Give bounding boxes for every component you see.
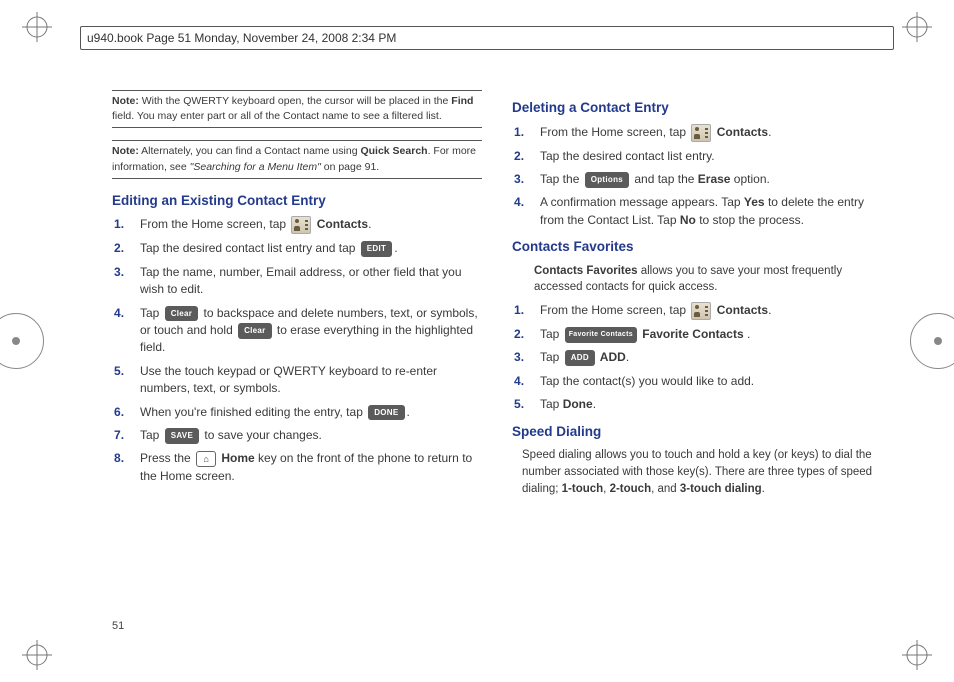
list-item: From the Home screen, tap Contacts. [134,216,482,234]
options-softkey-icon: Options [585,172,629,188]
save-softkey-icon: SAVE [165,428,199,444]
list-item: Tap Done. [534,396,882,413]
side-register-left [0,313,44,369]
left-column: Note: With the QWERTY keyboard open, the… [112,90,482,642]
clear-softkey-icon: Clear [238,323,272,339]
speed-dialing-body: Speed dialing allows you to touch and ho… [522,447,882,497]
steps-contacts-favorites: From the Home screen, tap Contacts. Tap … [512,302,882,414]
page-number: 51 [112,620,124,632]
list-item: A confirmation message appears. Tap Yes … [534,194,882,229]
note-label: Note: [112,95,139,107]
list-item: From the Home screen, tap Contacts. [534,302,882,320]
note-label: Note: [112,145,139,157]
note-find-field: Note: With the QWERTY keyboard open, the… [112,90,482,128]
list-item: Tap Favorite Contacts Favorite Contacts … [534,326,882,343]
list-item: From the Home screen, tap Contacts. [534,124,882,142]
edit-softkey-icon: EDIT [361,241,392,257]
list-item: Tap Clear to backspace and delete number… [134,305,482,357]
favorite-contacts-softkey-icon: Favorite Contacts [565,327,637,343]
add-softkey-icon: ADD [565,350,595,366]
home-key-icon: ⌂ [196,451,216,467]
crop-mark-tl [22,12,52,42]
list-item: Tap the name, number, Email address, or … [134,264,482,299]
side-register-right [910,313,954,369]
steps-editing-contact: From the Home screen, tap Contacts. Tap … [112,216,482,485]
list-item: Tap the desired contact list entry. [534,148,882,165]
note-quick-search: Note: Alternately, you can find a Contac… [112,140,482,178]
crop-mark-br [902,640,932,670]
list-item: Tap the Options and tap the Erase option… [534,171,882,188]
list-item: Use the touch keypad or QWERTY keyboard … [134,363,482,398]
page-header-text: u940.book Page 51 Monday, November 24, 2… [87,31,396,45]
list-item: Tap SAVE to save your changes. [134,427,482,444]
heading-contacts-favorites: Contacts Favorites [512,237,882,257]
crop-mark-tr [902,12,932,42]
page-header: u940.book Page 51 Monday, November 24, 2… [80,26,894,50]
heading-editing-contact: Editing an Existing Contact Entry [112,191,482,211]
right-column: Deleting a Contact Entry From the Home s… [512,90,882,642]
list-item: Tap the desired contact list entry and t… [134,240,482,257]
crop-mark-bl [22,640,52,670]
done-softkey-icon: DONE [368,405,404,421]
contacts-icon [691,302,711,320]
list-item: When you're finished editing the entry, … [134,404,482,421]
list-item: Press the ⌂ Home key on the front of the… [134,450,482,485]
steps-deleting-contact: From the Home screen, tap Contacts. Tap … [512,124,882,230]
heading-deleting-contact: Deleting a Contact Entry [512,98,882,118]
list-item: Tap the contact(s) you would like to add… [534,373,882,390]
contacts-icon [291,216,311,234]
favorites-intro: Contacts Favorites allows you to save yo… [534,263,882,296]
contacts-icon [691,124,711,142]
page-content: Note: With the QWERTY keyboard open, the… [112,90,882,642]
heading-speed-dialing: Speed Dialing [512,422,882,442]
clear-softkey-icon: Clear [165,306,199,322]
list-item: Tap ADD ADD. [534,349,882,366]
